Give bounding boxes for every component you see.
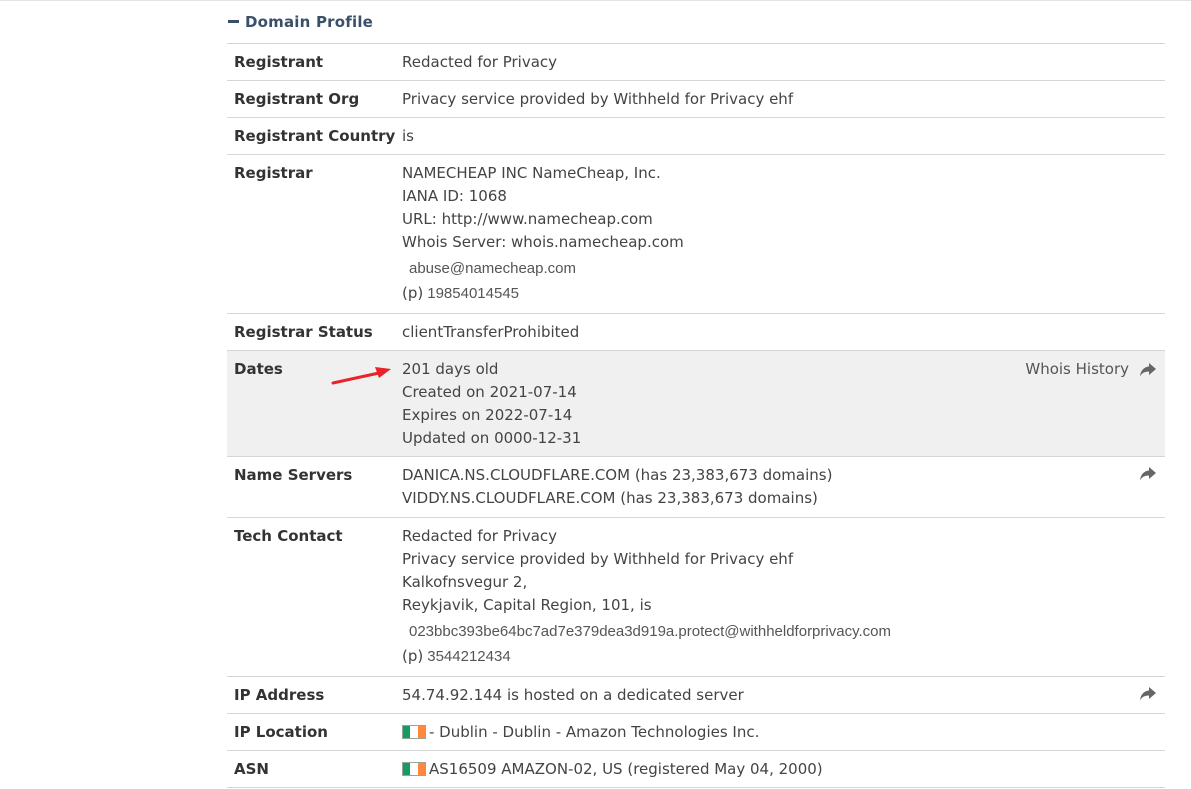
row-value: is: [402, 118, 1165, 154]
whois-page: Domain Profile Registrant Redacted for P…: [0, 0, 1191, 789]
row-registrar-status: Registrar Status clientTransferProhibite…: [227, 314, 1165, 351]
domain-profile-section: Domain Profile Registrant Redacted for P…: [227, 0, 1165, 788]
row-tech-contact: Tech Contact Redacted for Privacy Privac…: [227, 518, 1165, 677]
tech-contact-phone: (p) 3544212434: [402, 645, 1165, 668]
minus-icon[interactable]: [228, 20, 239, 23]
ireland-flag-icon: [402, 725, 426, 739]
row-asn: ASN AS16509 AMAZON-02, US (registered Ma…: [227, 751, 1165, 788]
row-ip-location: IP Location - Dublin - Dublin - Amazon T…: [227, 714, 1165, 751]
row-label: Registrar: [234, 164, 313, 182]
section-header[interactable]: Domain Profile: [227, 0, 1165, 44]
row-value: - Dublin - Dublin - Amazon Technologies …: [402, 714, 1165, 750]
row-label: ASN: [234, 760, 269, 778]
tech-contact-org: Privacy service provided by Withheld for…: [402, 550, 794, 568]
expires-date: Expires on 2022-07-14: [402, 406, 573, 424]
row-value: AS16509 AMAZON-02, US (registered May 04…: [402, 751, 1165, 787]
phone-number: 3544212434: [427, 648, 511, 665]
registrant-org-value: Privacy service provided by Withheld for…: [402, 90, 794, 108]
registrar-name: NAMECHEAP INC NameCheap, Inc.: [402, 164, 661, 182]
row-value: NAMECHEAP INC NameCheap, Inc. IANA ID: 1…: [402, 155, 1165, 313]
row-label: Registrant Org: [234, 90, 360, 108]
row-label: IP Location: [234, 723, 328, 741]
row-value: clientTransferProhibited: [402, 314, 1165, 350]
registrar-iana-id: IANA ID: 1068: [402, 187, 507, 205]
name-server: DANICA.NS.CLOUDFLARE.COM (has 23,383,673…: [402, 466, 833, 484]
row-label: Registrar Status: [234, 323, 373, 341]
row-value: Privacy service provided by Withheld for…: [402, 81, 1165, 117]
created-date: Created on 2021-07-14: [402, 383, 577, 401]
phone-prefix: (p): [402, 284, 424, 302]
share-arrow-icon[interactable]: [1139, 466, 1157, 482]
tech-contact-street: Kalkofnsvegur 2,: [402, 573, 528, 591]
phone-prefix: (p): [402, 647, 424, 665]
registrant-value: Redacted for Privacy: [402, 53, 558, 71]
row-registrar: Registrar NAMECHEAP INC NameCheap, Inc. …: [227, 155, 1165, 314]
asn-text: AS16509 AMAZON-02, US (registered May 04…: [429, 760, 823, 778]
registrar-url: URL: http://www.namecheap.com: [402, 210, 653, 228]
row-value: DANICA.NS.CLOUDFLARE.COM (has 23,383,673…: [402, 457, 1165, 517]
row-label: Registrant: [234, 53, 324, 71]
row-value: Redacted for Privacy Privacy service pro…: [402, 518, 1165, 676]
updated-date: Updated on 0000-12-31: [402, 429, 582, 447]
phone-number: 19854014545: [427, 285, 519, 302]
ip-address-value: 54.74.92.144 is hosted on a dedicated se…: [402, 686, 744, 704]
row-value: Redacted for Privacy: [402, 44, 1165, 80]
row-registrant-org: Registrant Org Privacy service provided …: [227, 81, 1165, 118]
registrar-whois-server: Whois Server: whois.namecheap.com: [402, 233, 684, 251]
ireland-flag-icon: [402, 762, 426, 776]
asn-value: AS16509 AMAZON-02, US (registered May 04…: [402, 758, 1165, 781]
row-ip-address: IP Address 54.74.92.144 is hosted on a d…: [227, 677, 1165, 714]
name-server: VIDDY.NS.CLOUDFLARE.COM (has 23,383,673 …: [402, 489, 818, 507]
tech-contact-email: 023bbc393be64bc7ad7e379dea3d919a.protect…: [409, 623, 891, 640]
tech-contact-name: Redacted for Privacy: [402, 527, 558, 545]
ip-location-value: - Dublin - Dublin - Amazon Technologies …: [402, 721, 1165, 744]
registrar-phone: (p) 19854014545: [402, 282, 1165, 305]
red-arrow-icon: [331, 367, 391, 385]
row-registrant: Registrant Redacted for Privacy: [227, 44, 1165, 81]
whois-history-link[interactable]: Whois History: [1025, 358, 1157, 381]
row-registrant-country: Registrant Country is: [227, 118, 1165, 155]
row-name-servers: Name Servers DANICA.NS.CLOUDFLARE.COM (h…: [227, 457, 1165, 518]
ip-location-text: - Dublin - Dublin - Amazon Technologies …: [429, 723, 760, 741]
row-label: Registrant Country: [234, 127, 396, 145]
tech-contact-city: Reykjavik, Capital Region, 101, is: [402, 596, 652, 614]
row-value: 54.74.92.144 is hosted on a dedicated se…: [402, 677, 1165, 713]
registrar-status-value: clientTransferProhibited: [402, 323, 580, 341]
whois-history-label[interactable]: Whois History: [1025, 358, 1129, 381]
registrant-country-value: is: [402, 127, 414, 145]
row-label: Tech Contact: [234, 527, 343, 545]
row-label: Name Servers: [234, 466, 353, 484]
row-label: IP Address: [234, 686, 325, 704]
registrar-email: abuse@namecheap.com: [409, 260, 576, 277]
share-arrow-icon[interactable]: [1139, 686, 1157, 702]
share-arrow-icon[interactable]: [1139, 362, 1157, 378]
section-title[interactable]: Domain Profile: [245, 13, 373, 31]
